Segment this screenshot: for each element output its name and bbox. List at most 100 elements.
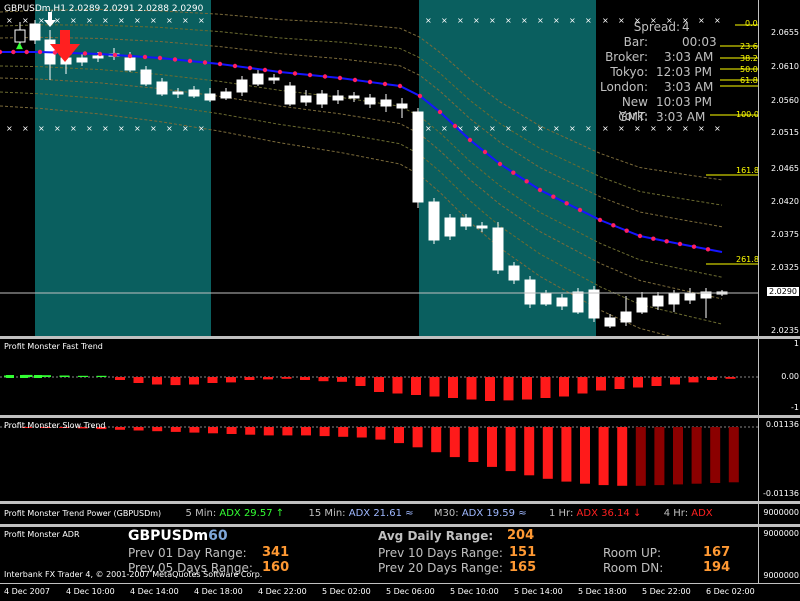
broker-label: Broker:	[605, 50, 648, 64]
ma-dot	[37, 49, 43, 55]
range-dot: ×	[714, 16, 721, 25]
slow-trend-bar	[617, 427, 628, 486]
fib-label-382: 38.2	[740, 54, 758, 63]
candle-body	[604, 317, 616, 327]
range-dot: ×	[698, 16, 705, 25]
adr-timeframe: 60	[208, 528, 228, 544]
price-tick: 2.0325	[771, 263, 799, 272]
fast-trend-bar	[170, 377, 181, 386]
slow-trend-bar	[356, 427, 367, 438]
candle-body	[588, 289, 600, 319]
trend-power-pane[interactable]: Profit Monster Trend Power (GBPUSDm) 5 M…	[0, 504, 758, 524]
tokyo-label: Tokyo:	[610, 65, 648, 79]
ma-dot	[97, 51, 103, 57]
slow-trend-bar	[412, 427, 423, 448]
fast-trend-bar	[115, 377, 125, 380]
time-tick: 4 Dec 10:00	[66, 587, 115, 596]
ma-dot	[482, 149, 488, 155]
ma-dot	[437, 109, 443, 115]
slow-trend-bar	[487, 427, 497, 467]
range-dot: ×	[537, 16, 544, 25]
price-scale[interactable]: 2.0655 2.0610 2.0560 2.0515 2.0465 2.042…	[758, 0, 800, 336]
price-tick: 2.0420	[771, 197, 799, 206]
ma-dot	[397, 83, 403, 89]
range-dot: ×	[70, 16, 77, 25]
fast-trend-bar	[133, 377, 144, 383]
bar-label: Bar:	[623, 35, 648, 49]
mini-marker-icon: ▲	[16, 41, 23, 51]
m5-label: 5 Min:	[185, 508, 217, 519]
ma-dot	[24, 49, 29, 55]
candle-body	[684, 293, 696, 301]
fast-trend-bar	[152, 377, 162, 385]
fast-trend-pane[interactable]: Profit Monster Fast Trend	[0, 339, 758, 415]
scale-tick: -1	[791, 403, 799, 412]
candle-body	[572, 291, 584, 313]
spread-label: Spread:	[633, 20, 680, 34]
fast-trend-bar	[337, 377, 347, 382]
ma-dot	[127, 53, 133, 59]
fast-trend-bar	[34, 375, 42, 378]
time-tick: 4 Dec 14:00	[130, 587, 179, 596]
main-chart[interactable]: × × × × × × × × × × × × × × × × × × × × × × × × × × × × × × × × × × × × × × × ×…	[0, 0, 758, 336]
range-dot: ×	[505, 16, 512, 25]
ma-dot	[467, 137, 473, 143]
m5-value: ADX 29.57	[219, 508, 273, 519]
range-dot: ×	[521, 16, 528, 25]
ma-dot	[497, 161, 503, 167]
fast-trend-scale: 1 0.00 -1	[758, 339, 800, 415]
adr-pane[interactable]: Profit Monster ADR GBPUSDm60 Prev 01 Day…	[0, 527, 758, 583]
slow-trend-bar	[394, 427, 404, 444]
fib-label-236: 23.6	[740, 42, 758, 51]
fast-trend-bar	[429, 377, 440, 397]
fast-trend-bar	[318, 377, 329, 382]
candle-body	[396, 103, 408, 109]
prev20-value: 165	[509, 560, 537, 575]
fast-trend-bar	[244, 377, 255, 380]
slow-trend-title: Profit Monster Slow Trend	[4, 421, 106, 430]
m15-arrow-icon: ≈	[405, 508, 414, 519]
candle-body	[620, 311, 632, 323]
range-dot: ×	[473, 16, 480, 25]
range-dot: ×	[86, 124, 93, 133]
candle-body	[508, 265, 520, 281]
range-dot: ×	[198, 124, 205, 133]
candle-body	[428, 201, 440, 241]
trend-power-scale: 9000000	[758, 504, 800, 524]
range-dot: ×	[198, 16, 205, 25]
candle-body	[220, 91, 232, 99]
slow-trend-pane[interactable]: Profit Monster Slow Trend	[0, 418, 758, 501]
gmt-value: 3:03 AM	[656, 110, 706, 124]
fast-trend-bar	[207, 377, 218, 383]
h4-value: ADX	[691, 508, 713, 519]
fast-trend-bar	[263, 377, 273, 380]
slow-trend-bar	[282, 427, 293, 436]
price-tick: 2.0655	[771, 28, 799, 37]
ma-dot	[691, 244, 697, 249]
london-label: London:	[599, 80, 648, 94]
price-tick: 2.0515	[771, 128, 799, 137]
fast-trend-bar	[725, 377, 736, 379]
slow-trend-bar	[710, 427, 721, 483]
range-dot: ×	[134, 124, 141, 133]
slow-trend-bar	[561, 427, 572, 482]
candle-body	[188, 89, 200, 97]
time-axis[interactable]: 4 Dec 2007 4 Dec 10:00 4 Dec 14:00 4 Dec…	[0, 583, 800, 601]
m15-label: 15 Min:	[308, 508, 346, 519]
candle-body	[29, 23, 41, 41]
slow-trend-bar	[580, 427, 590, 484]
range-dot: ×	[618, 124, 625, 133]
candle-body	[460, 217, 472, 227]
fast-trend-bar	[300, 377, 310, 380]
slow-trend-bar	[263, 427, 274, 436]
time-tick: 5 Dec 02:00	[322, 587, 371, 596]
range-dot: ×	[102, 124, 109, 133]
ma-dot	[0, 49, 3, 55]
ma-dot	[187, 58, 193, 64]
fast-trend-bar	[96, 375, 107, 377]
time-tick: 6 Dec 02:00	[706, 587, 755, 596]
m30-arrow-icon: ≈	[518, 508, 527, 519]
newyork-value: 10:03 PM	[656, 95, 712, 109]
range-dot: ×	[634, 124, 641, 133]
ma-dot	[452, 123, 458, 129]
